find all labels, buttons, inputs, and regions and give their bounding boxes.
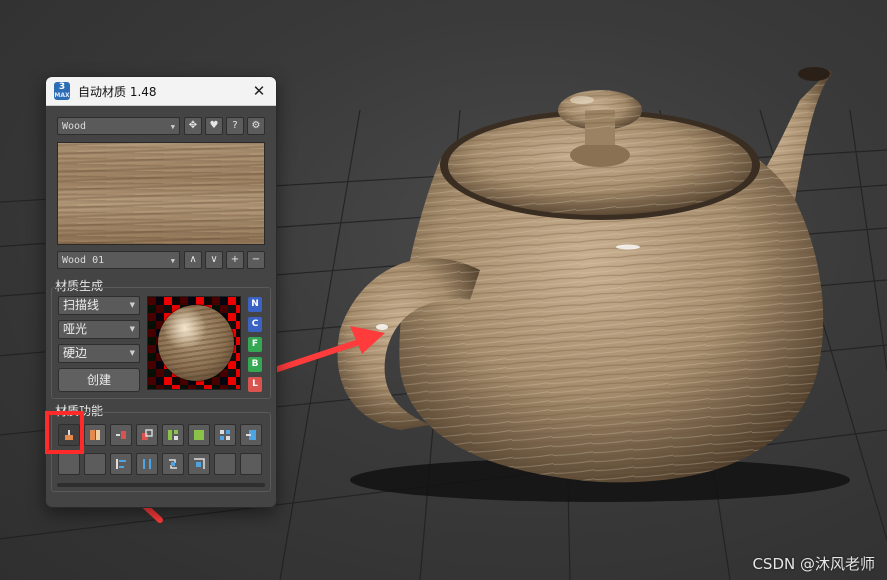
material-sphere-preview[interactable] (147, 296, 241, 390)
create-button[interactable]: 创建 (58, 368, 140, 392)
layout-icon (168, 430, 178, 440)
tool-button-7[interactable] (214, 424, 236, 446)
copy-icon (142, 429, 153, 440)
align-icon (116, 459, 126, 469)
bump-map-button[interactable]: B (248, 357, 262, 372)
mapping-type-dropdown[interactable]: 扫描线 ▼ (58, 296, 140, 315)
settings-button[interactable]: ⚙ (247, 117, 265, 135)
rotate-icon (169, 459, 177, 469)
tool-button-15[interactable] (214, 453, 236, 475)
grid-icon (220, 430, 230, 440)
arrow-head-teapot (350, 326, 385, 354)
tool-button-14[interactable] (188, 453, 210, 475)
split-icon (90, 430, 100, 440)
tool-button-12[interactable] (136, 453, 158, 475)
next-variant-button[interactable]: ∨ (205, 251, 223, 269)
tool-button-3[interactable] (110, 424, 132, 446)
variant-dropdown-value: Wood 01 (62, 255, 105, 266)
annotation-highlight-box (45, 411, 84, 454)
l-map-button[interactable]: L (248, 377, 262, 392)
fill-icon (194, 430, 204, 440)
tool-button-10[interactable] (84, 453, 106, 475)
close-button[interactable]: ✕ (248, 80, 270, 102)
tool-button-11[interactable] (110, 453, 132, 475)
gloss-value: 哑光 (63, 322, 88, 336)
tool-button-16[interactable] (240, 453, 262, 475)
tool-button-8[interactable] (240, 424, 262, 446)
edge-dropdown[interactable]: 硬边 ▼ (58, 344, 140, 363)
tool-button-6[interactable] (188, 424, 210, 446)
favorite-button[interactable]: ♥ (205, 117, 223, 135)
dialog-titlebar[interactable]: 3 MAX 自动材质 1.48 ✕ (46, 77, 276, 106)
chevron-down-icon: ▼ (129, 349, 135, 357)
chevron-down-icon: ▼ (129, 325, 135, 333)
help-button[interactable]: ? (226, 117, 244, 135)
app-icon: 3 MAX (54, 82, 70, 100)
corner-icon (194, 458, 205, 469)
library-dropdown[interactable]: Wood ▼ (57, 117, 180, 135)
tool-button-9[interactable] (58, 453, 80, 475)
chevron-down-icon: ▼ (170, 123, 175, 131)
tool-button-2[interactable] (84, 424, 106, 446)
mapping-type-value: 扫描线 (63, 298, 100, 312)
chevron-down-icon: ▼ (170, 257, 175, 265)
chevron-down-icon: ▼ (129, 301, 135, 309)
variant-dropdown[interactable]: Wood 01 ▼ (57, 251, 180, 269)
remove-icon (116, 431, 126, 439)
color-map-button[interactable]: C (248, 317, 262, 332)
edge-value: 硬边 (63, 346, 88, 360)
distribute-icon (143, 459, 151, 469)
material-preview-image[interactable] (57, 142, 265, 245)
export-icon (246, 430, 256, 440)
add-variant-button[interactable]: + (226, 251, 244, 269)
tool-button-13[interactable] (162, 453, 184, 475)
wood-sphere (158, 305, 234, 381)
normal-map-button[interactable]: N (248, 297, 262, 312)
previous-variant-button[interactable]: ∧ (184, 251, 202, 269)
library-dropdown-value: Wood (62, 121, 87, 132)
f-map-button[interactable]: F (248, 337, 262, 352)
watermark-text: CSDN @沐风老师 (752, 555, 875, 573)
dialog-title: 自动材质 1.48 (78, 85, 157, 99)
tool-button-5[interactable] (162, 424, 184, 446)
functions-scrollbar[interactable] (57, 483, 265, 487)
move-button[interactable]: ✥ (184, 117, 202, 135)
remove-variant-button[interactable]: − (247, 251, 265, 269)
tool-button-4[interactable] (136, 424, 158, 446)
gloss-dropdown[interactable]: 哑光 ▼ (58, 320, 140, 339)
